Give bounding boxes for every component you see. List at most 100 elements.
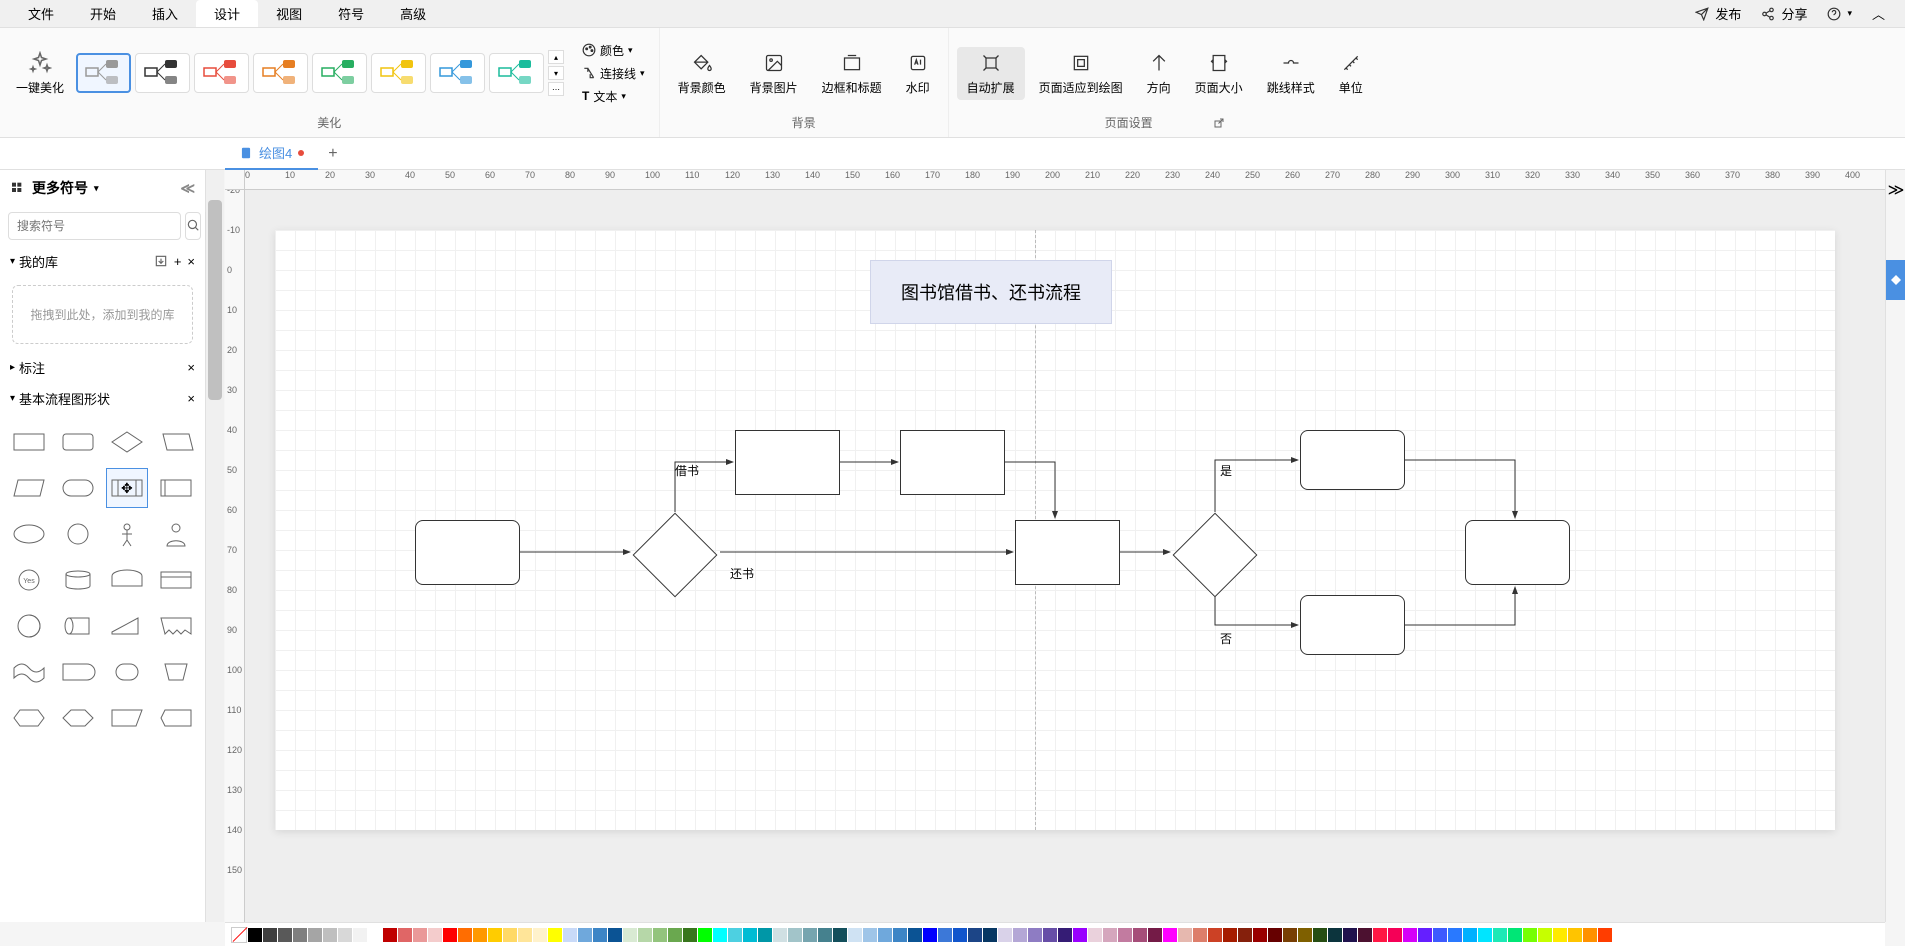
more-symbols-header[interactable]: 更多符号 ▾ ≪ bbox=[0, 170, 205, 206]
color-swatch[interactable] bbox=[1193, 928, 1207, 942]
color-swatch[interactable] bbox=[1478, 928, 1492, 942]
theme-text-button[interactable]: T 文本▾ bbox=[576, 86, 651, 107]
border-title-button[interactable]: 边框和标题 bbox=[812, 47, 892, 100]
color-swatch[interactable] bbox=[983, 928, 997, 942]
color-swatch[interactable] bbox=[773, 928, 787, 942]
shape-item[interactable] bbox=[106, 560, 149, 600]
color-swatch[interactable] bbox=[1208, 928, 1222, 942]
color-swatch[interactable] bbox=[1493, 928, 1507, 942]
dialog-launcher-icon[interactable] bbox=[1213, 117, 1225, 129]
page-size-button[interactable]: 页面大小 bbox=[1185, 47, 1253, 100]
fc-start[interactable] bbox=[415, 520, 520, 585]
color-swatch[interactable] bbox=[1508, 928, 1522, 942]
color-swatch[interactable] bbox=[1148, 928, 1162, 942]
menu-item[interactable]: 开始 bbox=[72, 0, 134, 27]
theme-thumb[interactable] bbox=[371, 53, 426, 93]
color-swatch[interactable] bbox=[518, 928, 532, 942]
color-swatch[interactable] bbox=[413, 928, 427, 942]
color-swatch[interactable] bbox=[758, 928, 772, 942]
color-swatch[interactable] bbox=[443, 928, 457, 942]
color-swatch[interactable] bbox=[1238, 928, 1252, 942]
themes-down-button[interactable]: ▾ bbox=[548, 66, 564, 80]
color-swatch[interactable] bbox=[1013, 928, 1027, 942]
share-button[interactable]: 分享 bbox=[1751, 4, 1817, 23]
shape-item[interactable] bbox=[57, 698, 100, 738]
help-button[interactable]: ▾ bbox=[1817, 7, 1862, 21]
shape-item[interactable] bbox=[8, 652, 51, 692]
color-swatch[interactable] bbox=[1073, 928, 1087, 942]
color-swatch[interactable] bbox=[683, 928, 697, 942]
shape-item[interactable]: Yes bbox=[8, 560, 51, 600]
color-swatch[interactable] bbox=[1373, 928, 1387, 942]
color-swatch[interactable] bbox=[458, 928, 472, 942]
color-swatch[interactable] bbox=[1163, 928, 1177, 942]
color-swatch[interactable] bbox=[743, 928, 757, 942]
color-swatch[interactable] bbox=[653, 928, 667, 942]
menu-item[interactable]: 插入 bbox=[134, 0, 196, 27]
shape-item[interactable] bbox=[154, 514, 197, 554]
flowchart-title[interactable]: 图书馆借书、还书流程 bbox=[870, 260, 1112, 324]
color-swatch[interactable] bbox=[1268, 928, 1282, 942]
bg-image-button[interactable]: 背景图片 bbox=[740, 47, 808, 100]
color-swatch[interactable] bbox=[1463, 928, 1477, 942]
shape-item[interactable] bbox=[8, 422, 51, 462]
color-swatch[interactable] bbox=[548, 928, 562, 942]
auto-expand-button[interactable]: 自动扩展 bbox=[957, 47, 1025, 100]
fc-decision-1[interactable] bbox=[633, 513, 718, 598]
color-swatch[interactable] bbox=[818, 928, 832, 942]
theme-thumb[interactable] bbox=[76, 53, 131, 93]
scrollbar-thumb[interactable] bbox=[208, 200, 222, 400]
unit-button[interactable]: 单位 bbox=[1329, 47, 1373, 100]
watermark-button[interactable]: 水印 bbox=[896, 47, 940, 100]
color-swatch[interactable] bbox=[1253, 928, 1267, 942]
menu-item[interactable]: 设计 bbox=[196, 0, 258, 27]
color-swatch[interactable] bbox=[1118, 928, 1132, 942]
color-swatch[interactable] bbox=[1433, 928, 1447, 942]
color-swatch[interactable] bbox=[1103, 928, 1117, 942]
close-icon[interactable]: × bbox=[187, 391, 195, 406]
theme-thumb[interactable] bbox=[194, 53, 249, 93]
viewport[interactable]: 图书馆借书、还书流程 借书 还书 是 否 bbox=[245, 190, 1885, 922]
color-swatch[interactable] bbox=[713, 928, 727, 942]
shape-item[interactable] bbox=[106, 606, 149, 646]
no-fill-swatch[interactable] bbox=[231, 927, 247, 943]
theme-thumb[interactable] bbox=[430, 53, 485, 93]
section-my-library[interactable]: ▾ 我的库 + × bbox=[0, 246, 205, 277]
color-swatch[interactable] bbox=[863, 928, 877, 942]
fc-process-4[interactable] bbox=[1300, 430, 1405, 490]
color-swatch[interactable] bbox=[998, 928, 1012, 942]
color-swatch[interactable] bbox=[248, 928, 262, 942]
fc-decision-2[interactable] bbox=[1173, 513, 1258, 598]
color-swatch[interactable] bbox=[293, 928, 307, 942]
menu-item[interactable]: 高级 bbox=[382, 0, 444, 27]
close-icon[interactable]: × bbox=[187, 360, 195, 375]
color-swatch[interactable] bbox=[1283, 928, 1297, 942]
shape-item[interactable] bbox=[154, 698, 197, 738]
theme-thumb[interactable] bbox=[253, 53, 308, 93]
color-swatch[interactable] bbox=[923, 928, 937, 942]
color-swatch[interactable] bbox=[878, 928, 892, 942]
color-swatch[interactable] bbox=[608, 928, 622, 942]
color-swatch[interactable] bbox=[668, 928, 682, 942]
color-swatch[interactable] bbox=[953, 928, 967, 942]
add-icon[interactable]: + bbox=[174, 254, 182, 269]
add-tab-button[interactable]: + bbox=[318, 139, 347, 169]
doc-tab-active[interactable]: 绘图4 bbox=[225, 137, 318, 170]
shape-item[interactable] bbox=[57, 468, 100, 508]
jump-style-button[interactable]: 跳线样式 bbox=[1257, 47, 1325, 100]
color-swatch[interactable] bbox=[1058, 928, 1072, 942]
color-swatch[interactable] bbox=[893, 928, 907, 942]
sidebar-scrollbar[interactable] bbox=[206, 170, 224, 922]
color-swatch[interactable] bbox=[1553, 928, 1567, 942]
section-basic-shapes[interactable]: ▾ 基本流程图形状 × bbox=[0, 383, 205, 414]
page[interactable]: 图书馆借书、还书流程 借书 还书 是 否 bbox=[275, 230, 1835, 830]
shape-item[interactable] bbox=[106, 514, 149, 554]
color-swatch[interactable] bbox=[1133, 928, 1147, 942]
menu-item[interactable]: 符号 bbox=[320, 0, 382, 27]
shape-item[interactable] bbox=[154, 468, 197, 508]
shape-item[interactable] bbox=[57, 652, 100, 692]
theme-connector-button[interactable]: 连接线▾ bbox=[576, 63, 651, 84]
fc-end[interactable] bbox=[1465, 520, 1570, 585]
auto-beautify-button[interactable]: 一键美化 bbox=[8, 47, 72, 100]
color-swatch[interactable] bbox=[1313, 928, 1327, 942]
